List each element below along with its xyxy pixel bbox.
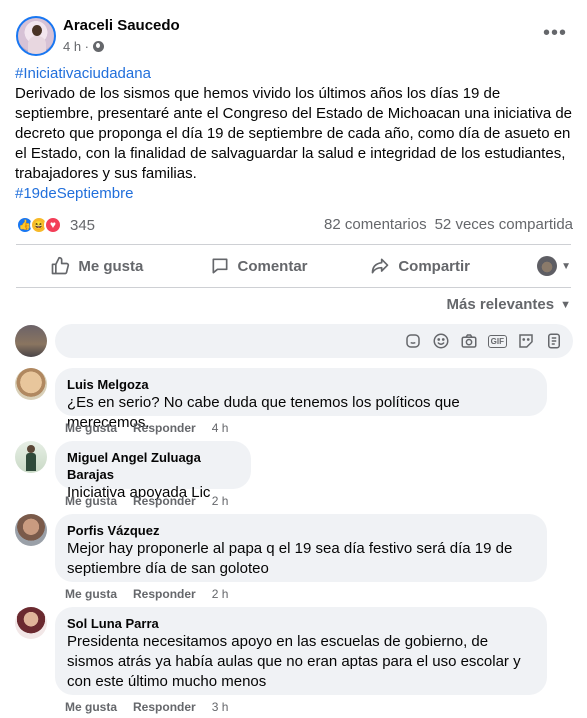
comment-text: Mejor hay proponerle al papa q el 19 sea…: [67, 540, 513, 577]
avatar-sticker-icon[interactable]: [544, 332, 563, 351]
comment-reply-button[interactable]: Responder: [133, 494, 196, 508]
comment-bubble: Miguel Angel Zuluaga Barajas Iniciativa …: [55, 441, 251, 501]
globe-icon: [93, 41, 105, 52]
sticker-icon[interactable]: [404, 332, 423, 351]
comment-reply-button[interactable]: Responder: [133, 421, 196, 435]
comment-item: Sol Luna Parra Presidenta necesitamos ap…: [15, 607, 575, 717]
comment-bubble: Porfis Vázquez Mejor hay proponerle al p…: [55, 514, 547, 582]
hashtag-link[interactable]: #19deSeptiembre: [15, 184, 575, 204]
avatar[interactable]: [15, 514, 47, 546]
like-label: Me gusta: [78, 257, 144, 275]
avatar[interactable]: [15, 607, 47, 639]
author-avatar[interactable]: [16, 16, 56, 56]
commenter-name[interactable]: Sol Luna Parra: [67, 615, 535, 632]
comment-like-button[interactable]: Me gusta: [65, 494, 117, 508]
post-time-row: 4 h ·: [63, 39, 105, 54]
comment-icon: [212, 258, 227, 274]
chevron-down-icon: ▼: [560, 298, 571, 311]
comment-like-button[interactable]: Me gusta: [65, 421, 117, 435]
comment-label: Comentar: [237, 257, 308, 275]
hashtag-link[interactable]: #Iniciativaciudadana: [15, 64, 575, 84]
like-button[interactable]: Me gusta: [16, 247, 178, 285]
comment-time[interactable]: 2 h: [212, 587, 229, 601]
post-time[interactable]: 4 h ·: [63, 39, 89, 54]
commenter-name[interactable]: Miguel Angel Zuluaga Barajas: [67, 449, 239, 483]
avatar[interactable]: [15, 368, 47, 400]
share-icon: [371, 258, 389, 274]
comment-item: Porfis Vázquez Mejor hay proponerle al p…: [15, 514, 575, 604]
author-name[interactable]: Araceli Saucedo: [63, 17, 180, 34]
post-stats: 82 comentarios 52 veces compartida: [324, 216, 573, 233]
comment-time[interactable]: 4 h: [212, 421, 229, 435]
comment-item: Miguel Angel Zuluaga Barajas Iniciativa …: [15, 441, 575, 511]
avatar: [15, 325, 47, 357]
commenter-name[interactable]: Luis Melgoza: [67, 376, 535, 393]
comment-actions: Me gusta Responder 4 h: [65, 421, 228, 435]
post-actions: Me gusta Comentar Compartir ▼: [16, 247, 571, 285]
avatar: [537, 256, 558, 276]
thumbs-up-icon: [51, 256, 70, 275]
comment-time[interactable]: 2 h: [212, 494, 229, 508]
chevron-down-icon: ▼: [561, 260, 572, 272]
divider: [16, 287, 571, 288]
comment-actions: Me gusta Responder 2 h: [65, 587, 228, 601]
commenter-name[interactable]: Porfis Vázquez: [67, 522, 535, 539]
post-body: #Iniciativaciudadana Derivado de los sis…: [15, 64, 575, 204]
emoji-icon[interactable]: [432, 332, 451, 351]
post-text: Derivado de los sismos que hemos vivido …: [15, 85, 573, 182]
sticker-face-icon[interactable]: [516, 332, 535, 351]
comment-sort-dropdown[interactable]: Más relevantes ▼: [447, 296, 571, 313]
more-options-icon[interactable]: •••: [543, 22, 567, 45]
shares-count[interactable]: 52 veces compartida: [435, 216, 573, 233]
avatar[interactable]: [15, 441, 47, 473]
love-icon: ♥: [44, 216, 62, 234]
comment-input[interactable]: GIF: [55, 324, 573, 358]
comment-actions: Me gusta Responder 2 h: [65, 494, 228, 508]
comments-count[interactable]: 82 comentarios: [324, 216, 427, 233]
sort-label: Más relevantes: [446, 296, 555, 313]
divider: [16, 244, 571, 245]
comment-bubble: Sol Luna Parra Presidenta necesitamos ap…: [55, 607, 547, 695]
post-header: Araceli Saucedo 4 h · •••: [16, 14, 571, 58]
comment-like-button[interactable]: Me gusta: [65, 700, 117, 714]
camera-icon[interactable]: [460, 332, 479, 351]
share-label: Compartir: [398, 257, 471, 275]
comment-time[interactable]: 3 h: [212, 700, 229, 714]
share-button[interactable]: Compartir: [339, 247, 501, 285]
comment-item: Luis Melgoza ¿Es en serio? No cabe duda …: [15, 368, 575, 438]
comment-button[interactable]: Comentar: [178, 247, 340, 285]
gif-icon[interactable]: GIF: [487, 334, 507, 348]
comment-bubble: Luis Melgoza ¿Es en serio? No cabe duda …: [55, 368, 547, 431]
comment-reply-button[interactable]: Responder: [133, 587, 196, 601]
comment-reply-button[interactable]: Responder: [133, 700, 196, 714]
comment-actions: Me gusta Responder 3 h: [65, 700, 228, 714]
comment-like-button[interactable]: Me gusta: [65, 587, 117, 601]
audience-selector[interactable]: ▼: [501, 247, 571, 285]
reaction-count[interactable]: 345: [70, 217, 95, 234]
comment-text: Presidenta necesitamos apoyo en las escu…: [67, 633, 521, 690]
reactions-summary[interactable]: 👍 😆 ♥ 345: [16, 214, 95, 236]
